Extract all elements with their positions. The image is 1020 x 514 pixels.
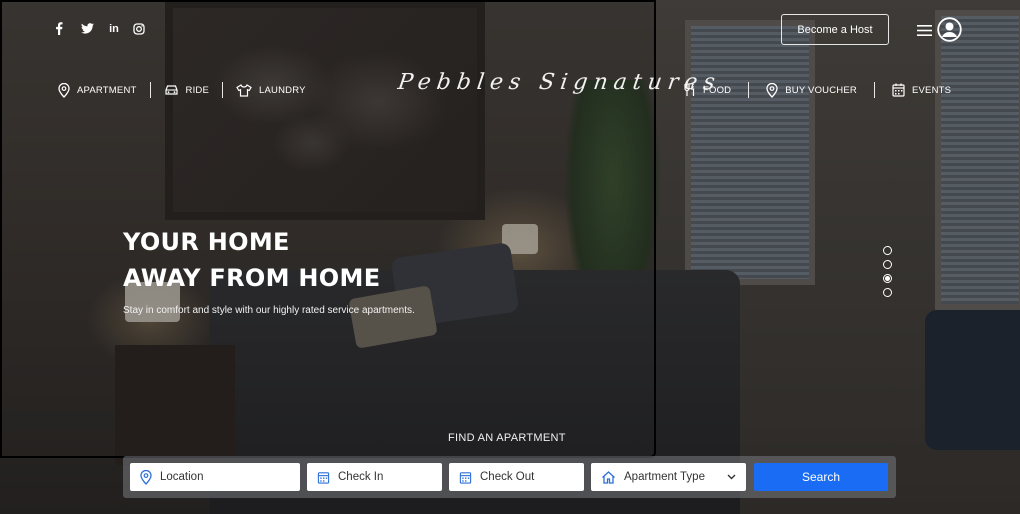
home-icon <box>601 470 616 484</box>
chevron-down-icon <box>727 474 736 480</box>
car-icon <box>164 85 178 95</box>
location-field[interactable]: Location <box>130 463 300 491</box>
nav-item-buy-voucher[interactable]: BUY VOUCHER <box>766 82 857 98</box>
nav-item-events[interactable]: EVENTS <box>892 83 951 97</box>
nav-divider <box>873 82 875 98</box>
instagram-icon[interactable] <box>133 22 147 35</box>
nav-item-apartment[interactable]: APARTMENT <box>58 82 137 98</box>
location-pin-icon <box>58 82 70 98</box>
social-links: in <box>55 22 147 35</box>
nav-item-food[interactable]: FOOD <box>683 83 731 97</box>
slider-dots <box>883 246 892 297</box>
nav-divider <box>149 82 151 98</box>
calendar-icon <box>459 471 472 484</box>
become-host-button[interactable]: Become a Host <box>781 14 889 45</box>
brand-logo[interactable]: Pebbles Signatures <box>396 70 722 95</box>
nav-item-laundry[interactable]: LAUNDRY <box>236 83 306 97</box>
nav-divider <box>222 82 224 98</box>
apartment-type-select[interactable]: Apartment Type <box>591 463 746 491</box>
location-pin-icon <box>140 469 152 485</box>
slider-dot[interactable] <box>883 260 892 269</box>
check-out-field[interactable]: Check Out <box>449 463 584 491</box>
hamburger-menu-icon[interactable] <box>917 23 932 41</box>
hero-headline-line2: AWAY FROM HOME <box>123 264 381 292</box>
location-pin-icon <box>766 82 778 98</box>
search-button[interactable]: Search <box>754 463 888 491</box>
slider-dot-active[interactable] <box>883 274 892 283</box>
hero-headline-line1: YOUR HOME <box>123 228 290 256</box>
calendar-icon <box>317 471 330 484</box>
check-in-field[interactable]: Check In <box>307 463 442 491</box>
hero-tagline: Stay in comfort and style with our highl… <box>123 305 415 316</box>
check-in-placeholder: Check In <box>338 471 384 483</box>
utensils-icon <box>684 83 695 96</box>
nav-label: RIDE <box>185 84 210 96</box>
slider-dot[interactable] <box>883 288 892 297</box>
shirt-icon <box>236 83 252 97</box>
nav-left: APARTMENT RIDE LAUNDRY <box>58 82 306 98</box>
nav-label: LAUNDRY <box>259 84 306 96</box>
search-bar: Location Check In Check Out Apartment Ty… <box>123 456 896 498</box>
hero-headline: YOUR HOME AWAY FROM HOME <box>123 224 380 296</box>
apartment-type-placeholder: Apartment Type <box>624 471 705 483</box>
nav-label: BUY VOUCHER <box>785 84 857 96</box>
facebook-icon[interactable] <box>55 22 69 35</box>
twitter-icon[interactable] <box>81 23 95 34</box>
linkedin-icon[interactable]: in <box>107 23 121 35</box>
nav-label: EVENTS <box>911 84 952 96</box>
nav-divider <box>748 82 750 98</box>
user-account-icon[interactable] <box>937 17 962 47</box>
check-out-placeholder: Check Out <box>480 471 535 483</box>
nav-item-ride[interactable]: RIDE <box>164 84 210 96</box>
nav-label: APARTMENT <box>77 84 137 96</box>
find-apartment-label: FIND AN APARTMENT <box>448 432 566 444</box>
slider-dot[interactable] <box>883 246 892 255</box>
location-placeholder: Location <box>160 471 204 483</box>
nav-label: FOOD <box>703 84 732 96</box>
nav-right: FOOD BUY VOUCHER EVENTS <box>683 82 951 98</box>
calendar-icon <box>892 83 905 97</box>
